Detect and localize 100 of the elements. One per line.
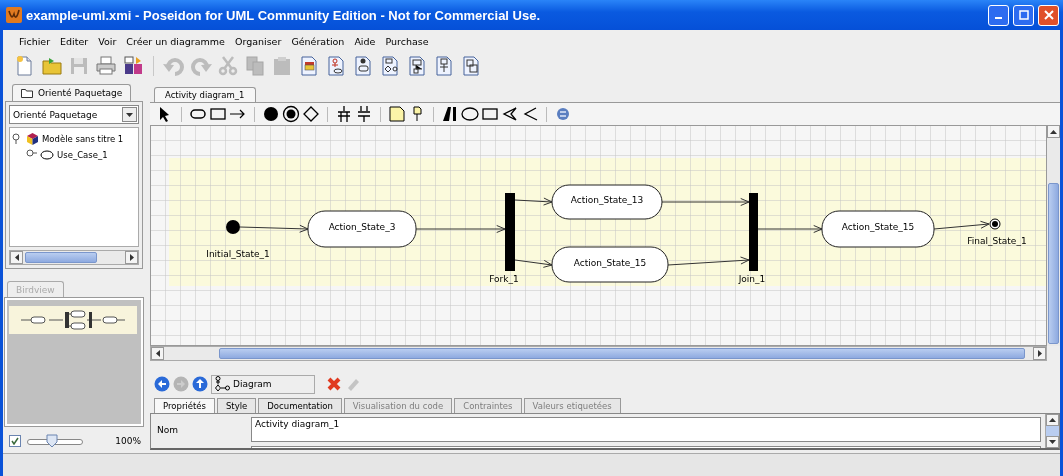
scroll-up-icon[interactable] xyxy=(1046,414,1059,426)
dot-icon xyxy=(262,105,280,123)
copy-icon xyxy=(244,55,266,77)
initial-node[interactable] xyxy=(226,220,240,234)
print-icon xyxy=(95,55,117,77)
menu-item[interactable]: Purchase xyxy=(381,35,433,47)
open-icon xyxy=(41,55,63,77)
node-label: Final_State_1 xyxy=(967,236,1027,246)
maximize-button[interactable] xyxy=(1013,4,1034,26)
diagram-thumbnail[interactable] xyxy=(9,306,137,334)
menu-item[interactable]: Créer un diagramme xyxy=(122,35,229,47)
scroll-left-icon[interactable] xyxy=(10,251,23,264)
cube-icon xyxy=(26,132,39,145)
element-type-field: Diagram xyxy=(211,374,315,394)
cut-icon xyxy=(217,55,239,77)
tree-item[interactable]: Modèle sans titre 1 xyxy=(42,133,124,144)
node-label: Join_1 xyxy=(738,274,766,284)
join-icon xyxy=(355,105,373,123)
maximize-icon xyxy=(1018,10,1029,20)
box-icon xyxy=(481,105,499,123)
close-button[interactable] xyxy=(1038,4,1059,26)
refresh-icon xyxy=(554,105,572,123)
diamond-tool-button[interactable] xyxy=(302,105,320,123)
redo-icon xyxy=(190,55,212,77)
node-label: Fork_1 xyxy=(489,274,519,284)
state-icon xyxy=(406,55,428,77)
bullseye-icon xyxy=(282,105,300,123)
node-label: Action_State_3 xyxy=(328,222,396,232)
scroll-down-icon[interactable] xyxy=(1046,436,1059,448)
sequence-icon xyxy=(352,55,374,77)
tree-item[interactable]: Use_Case_1 xyxy=(57,149,108,160)
name-field[interactable]: Activity diagram_1 xyxy=(251,417,1041,442)
bullseye-tool-button[interactable] xyxy=(282,105,300,123)
flow-arrow xyxy=(514,197,553,206)
menu-item[interactable]: Fichier xyxy=(15,35,55,47)
flow-arrow xyxy=(514,259,553,268)
box-tool-button[interactable] xyxy=(481,105,499,123)
explorer-tab[interactable]: Orienté Paquetage xyxy=(12,84,132,101)
menu-item[interactable]: Aide xyxy=(350,35,380,47)
vertical-scrollbar[interactable] xyxy=(1045,414,1059,448)
horizontal-scrollbar[interactable] xyxy=(9,250,139,265)
class-icon xyxy=(298,55,320,77)
rect-icon xyxy=(209,105,227,123)
join-tool-button[interactable] xyxy=(355,105,373,123)
ellipse-tool-button[interactable] xyxy=(461,105,479,123)
minimize-button[interactable] xyxy=(988,4,1009,26)
up-button[interactable] xyxy=(192,376,208,392)
fork-tool-button[interactable] xyxy=(335,105,353,123)
menu-item[interactable]: Editer xyxy=(56,35,93,47)
rect-tool-button[interactable] xyxy=(209,105,227,123)
app-logo-icon xyxy=(6,7,22,23)
close-icon xyxy=(1043,10,1054,20)
action-state[interactable] xyxy=(821,210,935,248)
dot-tool-button[interactable] xyxy=(262,105,280,123)
field-label: Nom xyxy=(157,423,179,437)
poly-tool-button[interactable] xyxy=(501,105,519,123)
zoom-slider-thumb[interactable] xyxy=(46,434,59,448)
diagram-tab[interactable]: Activity diagram_1 xyxy=(154,87,256,102)
paste-icon xyxy=(271,55,293,77)
view-dropdown[interactable]: Orienté Paquetage xyxy=(9,105,139,124)
fork-icon xyxy=(335,105,353,123)
window-title: example-uml.xmi - Poseidon for UML Community Edition - Not for Commercial Use. xyxy=(26,7,542,23)
refresh-tool-button[interactable] xyxy=(554,105,572,123)
final-node[interactable] xyxy=(989,218,1001,230)
back-button[interactable] xyxy=(154,376,170,392)
eraser-icon xyxy=(345,376,361,392)
diamond-icon xyxy=(302,105,320,123)
deploy-icon xyxy=(460,55,482,77)
collab-icon xyxy=(433,55,455,77)
note-tool-button[interactable] xyxy=(388,105,406,123)
menu-item[interactable]: Organiser xyxy=(230,35,286,47)
scroll-left-icon[interactable] xyxy=(151,347,164,360)
node-label: Action_State_13 xyxy=(570,195,644,205)
delete-button[interactable] xyxy=(326,376,342,392)
menu-item[interactable]: Voir xyxy=(94,35,121,47)
minimize-icon xyxy=(995,17,1002,19)
tree-toggle-icon[interactable] xyxy=(12,133,23,144)
action-state[interactable] xyxy=(551,184,663,220)
flow-arrow xyxy=(239,224,309,233)
flow-arrow xyxy=(933,220,990,230)
properties-tab[interactable]: Propriétés xyxy=(154,398,215,413)
zoom-level: 100% xyxy=(115,436,141,446)
export-icon xyxy=(122,55,144,77)
properties-tab[interactable]: Documentation xyxy=(258,398,342,413)
scroll-right-icon[interactable] xyxy=(1033,347,1046,360)
horizontal-scrollbar[interactable] xyxy=(150,346,1047,361)
ellipse-icon xyxy=(461,105,479,123)
node-label: Initial_State_1 xyxy=(206,249,270,259)
checkbox[interactable] xyxy=(9,435,21,447)
poly-icon xyxy=(501,105,519,123)
menu-item[interactable]: Génération xyxy=(287,35,349,47)
vertical-scrollbar[interactable] xyxy=(1047,125,1060,346)
note-icon xyxy=(388,105,406,123)
ellipse-icon xyxy=(40,149,54,160)
scroll-up-icon[interactable] xyxy=(1047,125,1060,138)
action-state[interactable] xyxy=(307,210,417,248)
properties-tab[interactable]: Style xyxy=(216,398,257,413)
scroll-right-icon[interactable] xyxy=(125,251,138,264)
action-state[interactable] xyxy=(551,246,669,283)
tree-toggle-icon[interactable] xyxy=(26,149,37,160)
